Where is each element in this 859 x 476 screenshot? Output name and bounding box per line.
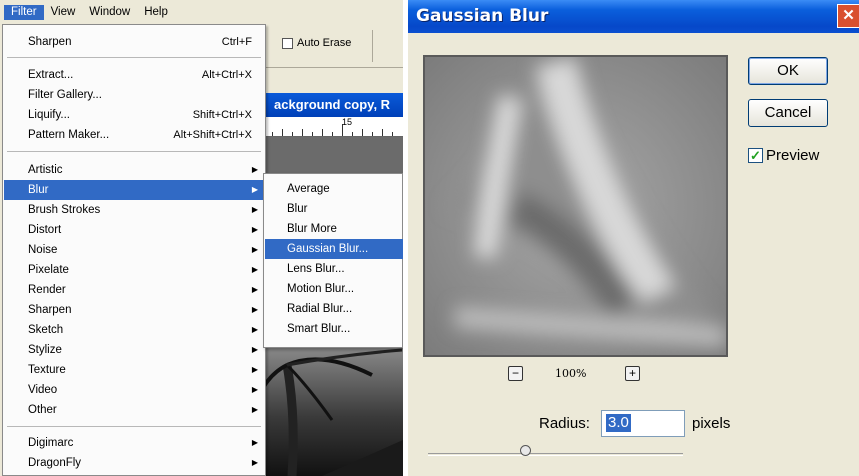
menu-item-pattern-maker[interactable]: Pattern Maker... Alt+Shift+Ctrl+X bbox=[4, 125, 264, 145]
submenu-item-blur-more[interactable]: Blur More bbox=[265, 219, 403, 239]
checkmark-icon: ✓ bbox=[750, 148, 761, 163]
menu-item-sketch[interactable]: Sketch ▶ bbox=[4, 320, 264, 340]
menu-filter[interactable]: Filter bbox=[4, 4, 44, 20]
menu-item-digimarc[interactable]: Digimarc ▶ bbox=[4, 433, 264, 453]
menu-item-dragonfly[interactable]: DragonFly ▶ bbox=[4, 453, 264, 473]
submenu-arrow-icon: ▶ bbox=[251, 265, 258, 274]
close-icon[interactable]: ✕ bbox=[837, 4, 859, 28]
submenu-item-gaussian-blur[interactable]: Gaussian Blur... bbox=[265, 239, 403, 259]
menu-help[interactable]: Help bbox=[137, 5, 175, 20]
submenu-item-average[interactable]: Average bbox=[265, 179, 403, 199]
zoom-level: 100% bbox=[555, 367, 587, 380]
menu-item-video[interactable]: Video ▶ bbox=[4, 380, 264, 400]
photoshop-window: Filter View Window Help Auto Erase ackgr… bbox=[0, 0, 403, 476]
radius-unit: pixels bbox=[692, 415, 731, 432]
menu-item-distort[interactable]: Distort ▶ bbox=[4, 220, 264, 240]
gaussian-blur-dialog: Gaussian Blur ✕ OK Cancel ✓ Preview − 10… bbox=[408, 0, 859, 476]
options-bar: Auto Erase bbox=[262, 24, 403, 68]
menu-item-extract[interactable]: Extract... Alt+Ctrl+X bbox=[4, 65, 264, 85]
menu-item-sharpen-last[interactable]: Sharpen Ctrl+F bbox=[4, 32, 264, 52]
radius-slider-track[interactable] bbox=[428, 453, 683, 456]
menu-item-texture[interactable]: Texture ▶ bbox=[4, 360, 264, 380]
options-divider bbox=[372, 30, 373, 62]
submenu-arrow-icon: ▶ bbox=[251, 438, 258, 447]
menu-item-filter-gallery[interactable]: Filter Gallery... bbox=[4, 85, 264, 105]
radius-value: 3.0 bbox=[606, 414, 631, 432]
blur-submenu: Average Blur Blur More Gaussian Blur... … bbox=[263, 173, 403, 348]
radius-input[interactable]: 3.0 bbox=[601, 410, 685, 437]
submenu-arrow-icon: ▶ bbox=[251, 285, 258, 294]
menu-item-blur[interactable]: Blur ▶ bbox=[4, 180, 264, 200]
menu-item-stylize[interactable]: Stylize ▶ bbox=[4, 340, 264, 360]
cancel-button[interactable]: Cancel bbox=[748, 99, 828, 127]
submenu-item-lens-blur[interactable]: Lens Blur... bbox=[265, 259, 403, 279]
palm-tree-photo bbox=[262, 345, 403, 476]
document-title-bar: ackground copy, R bbox=[262, 93, 403, 117]
submenu-arrow-icon: ▶ bbox=[251, 385, 258, 394]
slider-thumb-icon[interactable] bbox=[520, 445, 531, 456]
dialog-title: Gaussian Blur bbox=[416, 6, 549, 26]
menu-item-render[interactable]: Render ▶ bbox=[4, 280, 264, 300]
menu-view[interactable]: View bbox=[44, 5, 83, 20]
preview-checkbox[interactable]: ✓ bbox=[748, 148, 763, 163]
menu-window[interactable]: Window bbox=[82, 5, 137, 20]
ruler-number: 15 bbox=[342, 117, 353, 127]
menu-separator bbox=[7, 151, 261, 152]
submenu-arrow-icon: ▶ bbox=[251, 305, 258, 314]
submenu-arrow-icon: ▶ bbox=[251, 365, 258, 374]
menu-item-artistic[interactable]: Artistic ▶ bbox=[4, 160, 264, 180]
menu-item-pixelate[interactable]: Pixelate ▶ bbox=[4, 260, 264, 280]
menu-separator bbox=[7, 57, 261, 58]
menu-separator bbox=[7, 426, 261, 427]
submenu-arrow-icon: ▶ bbox=[251, 325, 258, 334]
submenu-arrow-icon: ▶ bbox=[251, 405, 258, 414]
menu-item-brush-strokes[interactable]: Brush Strokes ▶ bbox=[4, 200, 264, 220]
submenu-arrow-icon: ▶ bbox=[251, 345, 258, 354]
submenu-arrow-icon: ▶ bbox=[251, 458, 258, 467]
submenu-item-blur[interactable]: Blur bbox=[265, 199, 403, 219]
horizontal-ruler: 15 bbox=[262, 117, 403, 137]
submenu-arrow-icon: ▶ bbox=[251, 205, 258, 214]
preview-label: Preview bbox=[766, 147, 820, 164]
menu-item-liquify[interactable]: Liquify... Shift+Ctrl+X bbox=[4, 105, 264, 125]
submenu-arrow-icon: ▶ bbox=[251, 245, 258, 254]
submenu-arrow-icon: ▶ bbox=[251, 165, 258, 174]
ok-button[interactable]: OK bbox=[748, 57, 828, 85]
filter-menu: Sharpen Ctrl+F Extract... Alt+Ctrl+X Filte… bbox=[2, 24, 266, 476]
submenu-item-smart-blur[interactable]: Smart Blur... bbox=[265, 319, 403, 339]
auto-erase-label: Auto Erase bbox=[297, 37, 352, 49]
submenu-arrow-icon: ▶ bbox=[251, 185, 258, 194]
zoom-in-button[interactable]: + bbox=[625, 366, 640, 381]
menu-item-other[interactable]: Other ▶ bbox=[4, 400, 264, 420]
menu-item-noise[interactable]: Noise ▶ bbox=[4, 240, 264, 260]
submenu-arrow-icon: ▶ bbox=[251, 225, 258, 234]
menu-bar: Filter View Window Help bbox=[0, 0, 403, 24]
radius-label: Radius: bbox=[539, 415, 590, 432]
auto-erase-checkbox[interactable] bbox=[282, 38, 293, 49]
blur-preview[interactable] bbox=[423, 55, 728, 357]
submenu-item-motion-blur[interactable]: Motion Blur... bbox=[265, 279, 403, 299]
menu-item-sharpen[interactable]: Sharpen ▶ bbox=[4, 300, 264, 320]
zoom-out-button[interactable]: − bbox=[508, 366, 523, 381]
submenu-item-radial-blur[interactable]: Radial Blur... bbox=[265, 299, 403, 319]
dialog-title-bar: Gaussian Blur ✕ bbox=[408, 0, 859, 33]
